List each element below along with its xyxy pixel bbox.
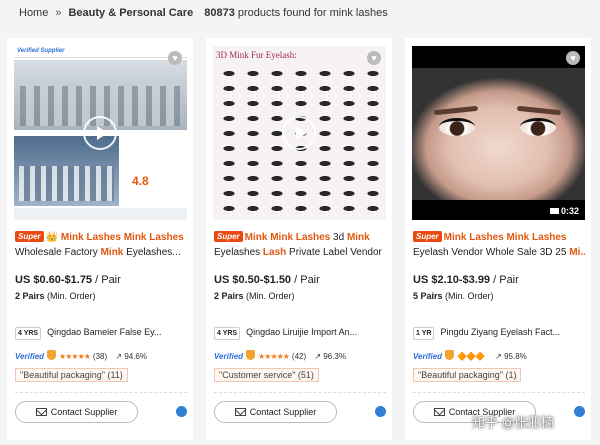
product-image[interactable]: Verified Supplier 4.8 ♥ [14, 46, 187, 220]
supplier-name[interactable]: 4 YRS Qingdao Liruijie Import An... [214, 327, 386, 340]
min-order: 2 Pairs (Min. Order) [214, 291, 295, 301]
stars-icon: ★★★★★ [258, 352, 290, 361]
product-price: US $0.60-$1.75 / Pair [15, 274, 121, 286]
chat-icon[interactable] [176, 406, 187, 417]
chat-icon[interactable] [375, 406, 386, 417]
product-title[interactable]: Super Mink Mink Lashes 3d Mink Eyelashes … [214, 230, 386, 260]
super-badge: Super [214, 231, 243, 242]
diamonds-icon: 🔶🔶🔶 [457, 352, 485, 361]
result-count: 80873 products found for mink lashes [204, 7, 388, 19]
shield-icon [246, 350, 256, 360]
chat-icon[interactable] [574, 406, 585, 417]
review-tag[interactable]: "Customer service" (51) [214, 368, 319, 382]
shield-icon [445, 350, 455, 360]
years-badge: 4 YRS [15, 327, 42, 340]
product-price: US $0.50-$1.50 / Pair [214, 274, 320, 286]
super-badge: Super [15, 231, 44, 242]
shield-icon [47, 350, 57, 360]
response-rate-icon: ↗ [115, 352, 123, 361]
supplier-rating: Verified 🔶🔶🔶 ↗ 95.8% [413, 350, 527, 361]
years-badge: 1 YR [413, 327, 435, 340]
contact-supplier-button[interactable]: Contact Supplier [214, 401, 337, 423]
super-badge: Super [413, 231, 442, 242]
contact-supplier-button[interactable]: Contact Supplier [15, 401, 138, 423]
stars-icon: ★★★★★ [59, 352, 91, 361]
play-video-button[interactable] [83, 116, 117, 150]
favorite-heart-icon[interactable]: ♥ [566, 51, 580, 65]
thumb-rating: 4.8 [132, 174, 149, 188]
product-title[interactable]: Super 👑 Mink Lashes Mink Lashes Wholesale… [15, 230, 187, 260]
favorite-heart-icon[interactable]: ♥ [168, 51, 182, 65]
supplier-rating: Verified ★★★★★ (38) ↗ 94.6% [15, 350, 147, 361]
product-title[interactable]: Super Mink Lashes Mink Lashes Eyelash Ven… [413, 230, 585, 260]
supplier-rating: Verified ★★★★★ (42) ↗ 96.3% [214, 350, 346, 361]
divider [413, 392, 585, 393]
video-camera-icon [549, 208, 559, 214]
video-duration: 0:32 [549, 206, 579, 216]
favorite-heart-icon[interactable]: ♥ [367, 51, 381, 65]
breadcrumb-home[interactable]: Home [19, 7, 48, 19]
thumb-banner: Verified Supplier [17, 48, 65, 54]
divider [15, 392, 187, 393]
response-rate-icon: ↗ [495, 352, 502, 361]
product-image[interactable]: 0:32 ♥ [412, 46, 585, 220]
supplier-name[interactable]: 1 YR Pingdu Ziyang Eyelash Fact... [413, 327, 585, 340]
review-tag[interactable]: "Beautiful packaging" (1) [413, 368, 522, 382]
product-card[interactable]: Verified Supplier 4.8 ♥ Super 👑 Mink Lash… [7, 38, 193, 440]
product-image[interactable]: 3D Mink Fur Eyelash: ♥ [213, 46, 386, 220]
review-tag[interactable]: "Beautiful packaging" (11) [15, 368, 128, 382]
divider [214, 392, 386, 393]
product-price: US $2.10-$3.99 / Pair [413, 274, 519, 286]
verified-badge: Verified [413, 352, 443, 361]
breadcrumb: Home » Beauty & Personal Care 80873 produc… [19, 7, 388, 19]
envelope-icon [35, 408, 47, 416]
product-card[interactable]: 0:32 ♥ Super Mink Lashes Mink Lashes Eyel… [405, 38, 591, 440]
envelope-icon [234, 408, 246, 416]
envelope-icon [433, 408, 445, 416]
watermark: 知乎 @张亚楠 [472, 415, 554, 430]
breadcrumb-category[interactable]: Beauty & Personal Care [68, 7, 193, 19]
thumb-heading: 3D Mink Fur Eyelash: [216, 50, 297, 60]
verified-badge: Verified [15, 352, 45, 361]
min-order: 5 Pairs (Min. Order) [413, 291, 494, 301]
breadcrumb-separator: » [55, 7, 62, 19]
play-video-button[interactable] [282, 116, 316, 150]
supplier-name[interactable]: 4 YRS Qingdao Bameier False Ey... [15, 327, 187, 340]
min-order: 2 Pairs (Min. Order) [15, 291, 96, 301]
product-card[interactable]: 3D Mink Fur Eyelash: ♥ Super Mink Mink La… [206, 38, 392, 440]
verified-badge: Verified [214, 352, 244, 361]
response-rate-icon: ↗ [314, 352, 322, 361]
years-badge: 4 YRS [214, 327, 241, 340]
